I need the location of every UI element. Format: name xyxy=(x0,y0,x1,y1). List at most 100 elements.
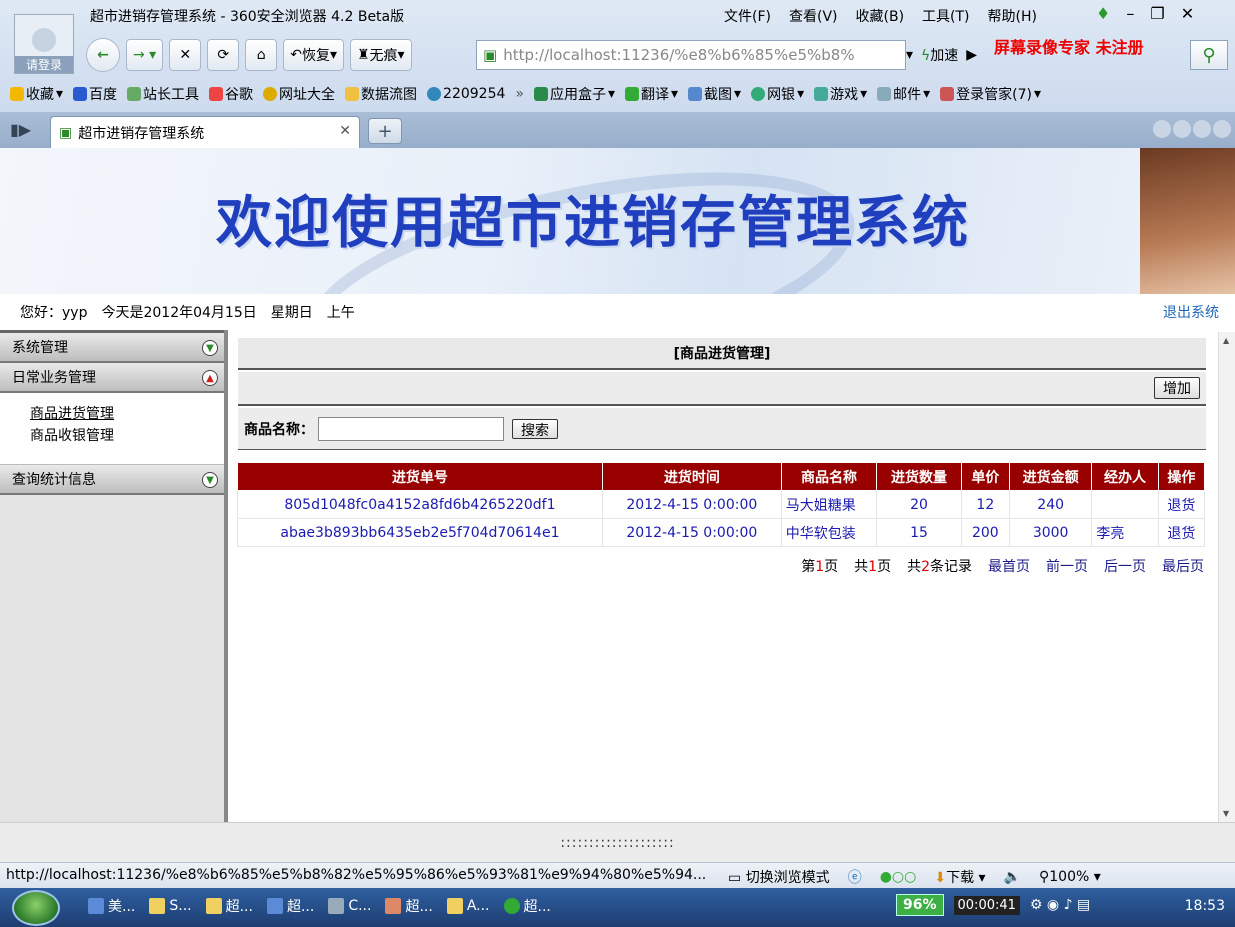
last-page-link[interactable]: 最后页 xyxy=(1162,556,1204,576)
taskbar-item[interactable]: 超... xyxy=(503,896,551,916)
app-icon xyxy=(149,898,166,914)
start-button[interactable] xyxy=(12,890,60,926)
menu-file[interactable]: 文件(F) xyxy=(724,6,771,26)
sidebar-item-purchase[interactable]: 商品进货管理 xyxy=(30,403,224,425)
fav-label: 百度 xyxy=(89,87,118,103)
fav-more[interactable]: » xyxy=(515,86,524,102)
fav-item-google[interactable]: 谷歌 xyxy=(209,84,253,104)
sidebar-section-stats[interactable]: 查询统计信息 ▼ xyxy=(0,465,224,495)
taskbar-item[interactable]: 超... xyxy=(385,896,433,916)
fav-item-baidu[interactable]: 百度 xyxy=(73,84,117,104)
scrollbar[interactable]: ▲ ▼ xyxy=(1218,332,1235,822)
search-submit-button[interactable]: 搜索 xyxy=(512,418,558,439)
speed-button[interactable]: ϟ加速 xyxy=(921,45,958,65)
home-icon: ⌂ xyxy=(256,47,266,63)
logout-link[interactable]: 退出系统 xyxy=(1163,302,1219,322)
tab-close-icon[interactable]: ✕ xyxy=(339,123,351,139)
menu-view[interactable]: 查看(V) xyxy=(789,6,838,26)
taskbar-item[interactable]: S... xyxy=(149,896,192,916)
fav-item-login-manager[interactable]: 登录管家(7) ▾ xyxy=(940,84,1041,104)
maximize-icon[interactable]: ❐ xyxy=(1150,4,1164,23)
taskbar-item[interactable]: 超... xyxy=(266,896,314,916)
fav-item-appbox[interactable]: 应用盒子 ▾ xyxy=(533,84,615,104)
skin-icon[interactable]: ♦ xyxy=(1096,4,1110,23)
fav-item-screenshot[interactable]: 截图 ▾ xyxy=(688,84,741,104)
product-name-input[interactable] xyxy=(318,416,504,441)
mail-icon xyxy=(877,87,892,101)
toggle-icon[interactable]: ●○○ xyxy=(880,869,917,885)
fav-item-number[interactable]: 2209254 xyxy=(427,86,505,102)
add-button[interactable]: 增加 xyxy=(1154,377,1200,399)
stop-button[interactable]: ✕ xyxy=(169,39,202,71)
tab-prev-icon[interactable] xyxy=(1153,120,1171,138)
download-button[interactable]: ⬇下载 ▾ xyxy=(934,867,985,887)
ie-icon[interactable]: ⓔ xyxy=(848,867,862,887)
scissors-icon xyxy=(688,87,703,101)
footer-divider[interactable]: :::::::::::::::::::: xyxy=(0,822,1235,862)
pagination: 第1页 共1页 共2条记录 最首页 前一页 后一页 最后页 xyxy=(801,556,1204,576)
volume-icon[interactable]: 🔈 xyxy=(1004,869,1021,885)
sidebar-section-system[interactable]: 系统管理 ▼ xyxy=(0,333,224,363)
folder-icon xyxy=(345,87,360,101)
zoom-control[interactable]: ⚲100% ▾ xyxy=(1039,869,1101,885)
menu-tools[interactable]: 工具(T) xyxy=(922,6,969,26)
sidebar-section-daily[interactable]: 日常业务管理 ▲ xyxy=(0,363,224,393)
login-avatar[interactable]: 请登录 xyxy=(14,14,74,74)
menu-favorites[interactable]: 收藏(B) xyxy=(856,6,905,26)
close-icon[interactable]: ✕ xyxy=(1181,4,1194,23)
restore-button[interactable]: ↶ 恢复 ▾ xyxy=(283,39,344,71)
fav-label: 收藏 xyxy=(26,87,54,103)
new-tab-button[interactable]: + xyxy=(368,118,402,144)
fav-item-translate[interactable]: 翻译 ▾ xyxy=(625,84,678,104)
pager-text: 页 xyxy=(824,559,839,575)
fav-label: 截图 xyxy=(704,87,733,103)
browse-mode-button[interactable]: ▭ 切换浏览模式 xyxy=(728,867,830,887)
fav-item-mail[interactable]: 邮件 ▾ xyxy=(877,84,930,104)
fav-item-games[interactable]: 游戏 ▾ xyxy=(814,84,867,104)
fav-item-bank[interactable]: 网银 ▾ xyxy=(751,84,804,104)
prev-page-link[interactable]: 前一页 xyxy=(1046,556,1088,576)
percent-badge[interactable]: 96% xyxy=(896,894,944,916)
taskbar-item[interactable]: 超... xyxy=(205,896,253,916)
dropdown-icon[interactable]: ▾ xyxy=(906,47,913,63)
return-link[interactable]: 退货 xyxy=(1157,490,1206,519)
tab-title: 超市进销存管理系统 xyxy=(78,125,205,142)
forward-button[interactable]: → ▾ xyxy=(126,39,164,71)
chevron-down-icon: ▾ xyxy=(329,47,337,63)
purchase-table: 进货单号 进货时间 商品名称 进货数量 单价 进货金额 经办人 操作 805d1… xyxy=(237,462,1206,547)
minimize-icon[interactable]: – xyxy=(1126,4,1134,23)
fav-item-collect[interactable]: 收藏 ▾ xyxy=(10,84,63,104)
tab-list-icon[interactable] xyxy=(1193,120,1211,138)
taskbar-item-label: 超... xyxy=(405,899,433,915)
taskbar-item[interactable]: 美... xyxy=(88,896,135,916)
sidebar-item-cashier[interactable]: 商品收银管理 xyxy=(30,425,224,447)
tab-close-all-icon[interactable] xyxy=(1213,120,1231,138)
next-page-link[interactable]: 后一页 xyxy=(1104,556,1146,576)
fav-label: 站长工具 xyxy=(143,87,200,103)
tray-icons[interactable]: ⚙ ◉ ♪ ▤ xyxy=(1030,897,1090,913)
address-bar[interactable]: ▣ http://localhost:11236/%e8%b6%85%e5%b8… xyxy=(476,40,906,70)
go-icon[interactable]: ▶ xyxy=(966,47,977,63)
taskbar-item[interactable]: A... xyxy=(446,896,490,916)
taskbar-item[interactable]: C... xyxy=(328,896,371,916)
first-page-link[interactable]: 最首页 xyxy=(988,556,1030,576)
home-button[interactable]: ⌂ xyxy=(245,39,278,71)
sidebar-section-label: 系统管理 xyxy=(12,340,68,356)
return-link[interactable]: 退货 xyxy=(1157,518,1206,547)
search-button[interactable]: ⚲ xyxy=(1190,40,1228,70)
incognito-button[interactable]: ♜ 无痕 ▾ xyxy=(349,39,412,71)
back-button[interactable]: ← xyxy=(86,38,120,72)
fav-item-dataflow[interactable]: 数据流图 xyxy=(345,84,417,104)
scroll-up-icon[interactable]: ▲ xyxy=(1223,336,1229,345)
fav-item-directory[interactable]: 网址大全 xyxy=(263,84,335,104)
banner: 欢迎使用超市进销存管理系统 xyxy=(0,148,1235,294)
menu-help[interactable]: 帮助(H) xyxy=(988,6,1037,26)
sidebar-toggle-icon[interactable]: ▮▶ xyxy=(10,120,31,139)
window-controls: ♦ – ❐ ✕ xyxy=(1096,4,1194,23)
tab-active[interactable]: ▣ 超市进销存管理系统 ✕ xyxy=(50,116,360,148)
refresh-button[interactable]: ⟳ xyxy=(207,39,240,71)
scroll-down-icon[interactable]: ▼ xyxy=(1223,809,1229,818)
tab-strip: ▮▶ ▣ 超市进销存管理系统 ✕ + xyxy=(0,112,1235,148)
fav-item-webmaster[interactable]: 站长工具 xyxy=(127,84,199,104)
tab-next-icon[interactable] xyxy=(1173,120,1191,138)
